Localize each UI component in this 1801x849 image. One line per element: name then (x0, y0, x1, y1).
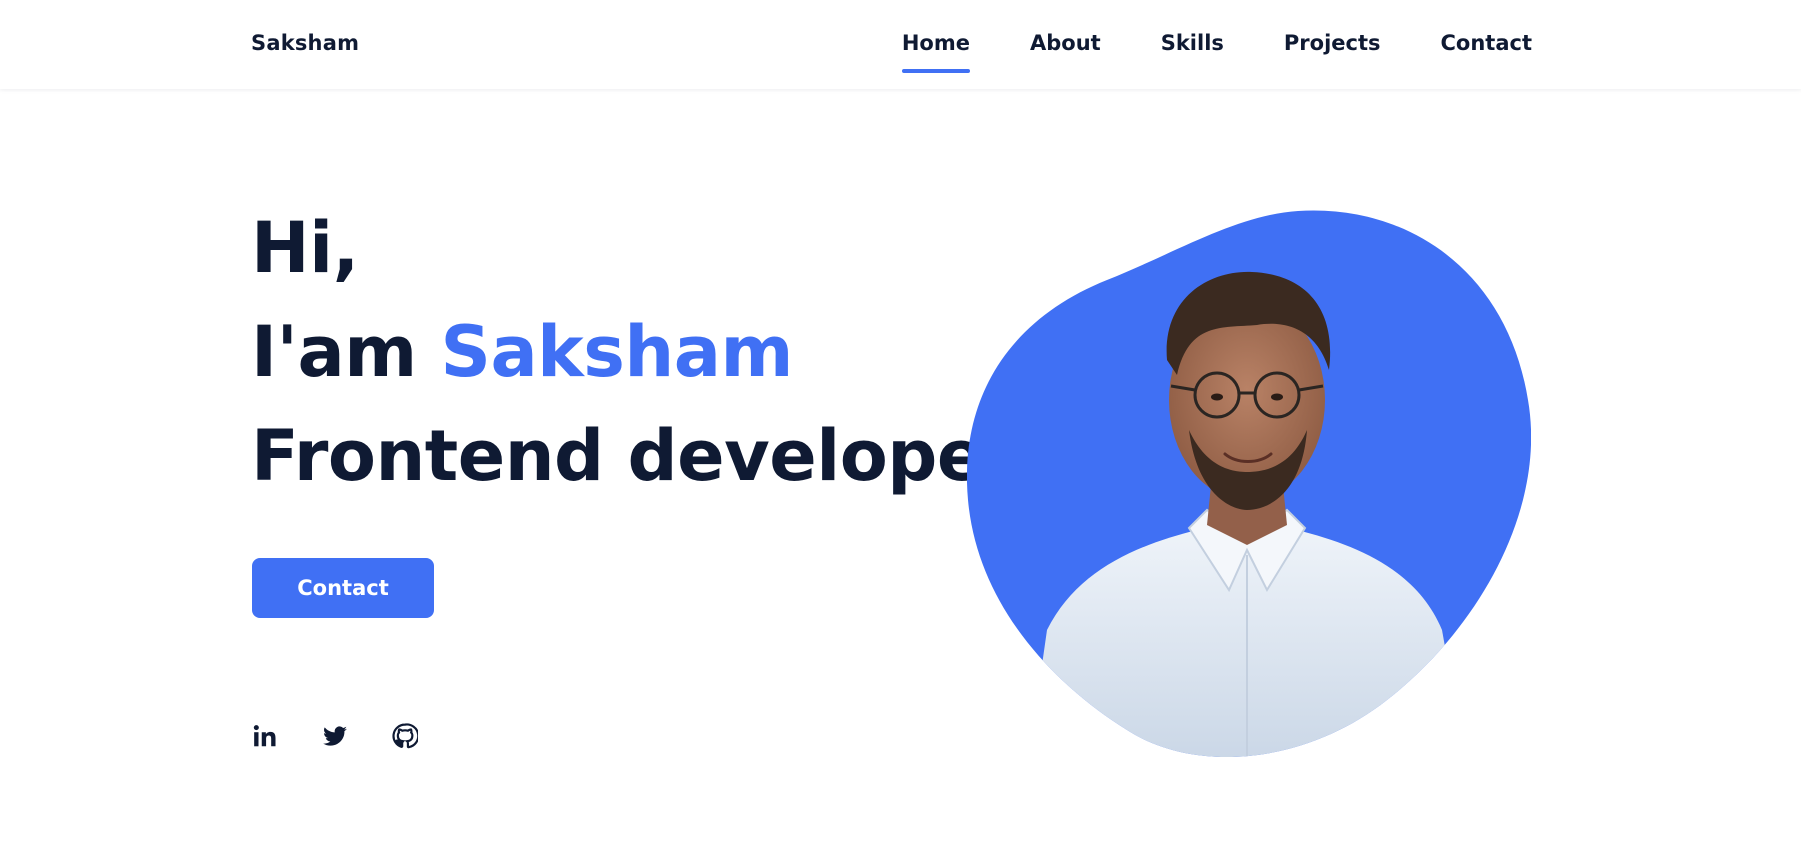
hero-intro: I'am Saksham (251, 300, 1018, 404)
nav-home[interactable]: Home (901, 31, 971, 75)
nav-projects[interactable]: Projects (1284, 31, 1381, 75)
social-links (252, 723, 420, 749)
portrait-blob (967, 210, 1531, 758)
main-nav: Home About Skills Projects Contact (901, 31, 1533, 75)
contact-button[interactable]: Contact (252, 558, 434, 618)
site-header: Saksham Home About Skills Projects Conta… (0, 0, 1801, 89)
hero-greeting: Hi, (251, 207, 359, 289)
hero-role: Frontend developer (251, 415, 1018, 497)
hero-name: Saksham (440, 311, 794, 393)
linkedin-icon[interactable] (252, 723, 278, 749)
nav-contact[interactable]: Contact (1441, 31, 1533, 75)
hero-portrait (967, 210, 1531, 760)
github-icon[interactable] (392, 723, 420, 749)
twitter-icon[interactable] (322, 723, 348, 749)
brand-logo[interactable]: Saksham (251, 31, 359, 55)
hero-section: Hi, I'am Saksham Frontend developer (251, 196, 1018, 508)
nav-about[interactable]: About (1030, 31, 1101, 75)
hero-intro-prefix: I'am (251, 311, 417, 393)
nav-skills[interactable]: Skills (1161, 31, 1224, 75)
